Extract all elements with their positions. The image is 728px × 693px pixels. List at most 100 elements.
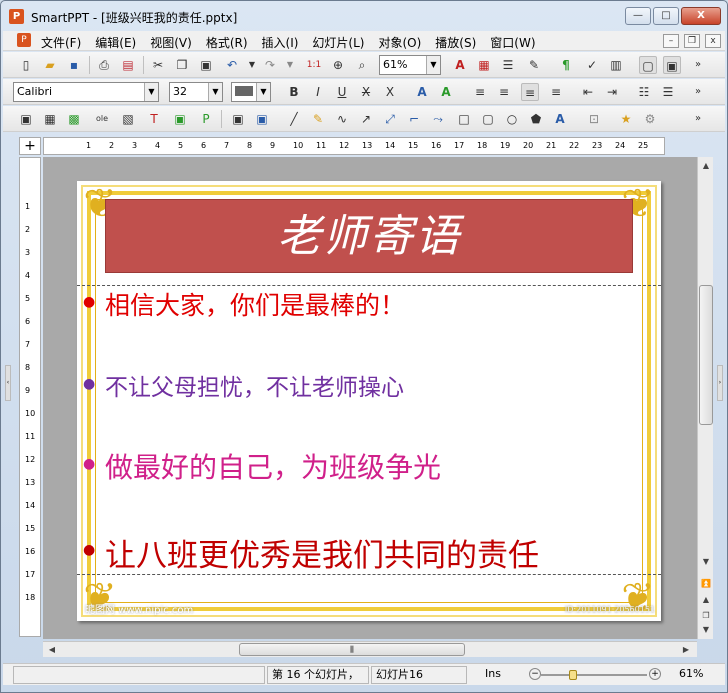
horizontal-ruler[interactable]: 1 2 3 4 5 6 7 8 9 10 11 12 13 14 15 16 17 18 19 20 21 22 23 24 2… [43, 137, 665, 155]
wordart-icon[interactable]: A [551, 110, 569, 128]
toolbar-overflow-icon[interactable]: » [689, 83, 707, 101]
menu-view[interactable]: 视图(V) [150, 34, 192, 51]
slide-canvas[interactable]: ❦ ❦ ❦ ❦ 老师寄语 ● 相信大家，你们是最棒的！ ● 不让父母担忧，不让老… [43, 157, 697, 639]
chart-icon[interactable]: ▥ [607, 56, 625, 74]
underline-icon[interactable]: U [333, 83, 351, 101]
curved-connector-icon[interactable]: ⤳ [429, 110, 447, 128]
connector-icon[interactable]: ⤢ [381, 110, 399, 128]
menu-play[interactable]: 播放(S) [435, 34, 476, 51]
align-left-icon[interactable]: ≡ [471, 83, 489, 101]
toolbar-overflow-icon[interactable]: » [689, 110, 707, 128]
clear-format-icon[interactable]: X [381, 83, 399, 101]
mdi-restore-button[interactable]: ❐ [684, 34, 700, 48]
document-icon[interactable]: P [17, 33, 31, 47]
zoom-track[interactable] [541, 674, 647, 676]
chevron-down-icon[interactable]: ▼ [256, 83, 270, 101]
justify-icon[interactable]: ≡ [547, 83, 565, 101]
chevron-down-icon[interactable]: ▼ [144, 83, 158, 101]
paste-icon[interactable]: ▣ [197, 56, 215, 74]
slide-list-icon[interactable]: ❐ [699, 609, 713, 623]
settings-icon[interactable]: ⚙ [641, 110, 659, 128]
italic-icon[interactable]: I [309, 83, 327, 101]
strikethrough-icon[interactable]: X [357, 83, 375, 101]
font-name-select[interactable]: Calibri ▼ [13, 82, 159, 102]
undo-icon[interactable]: ↶ [223, 56, 241, 74]
zoom-in-icon[interactable]: + [649, 668, 661, 680]
align-right-icon[interactable]: ≡ [521, 83, 539, 101]
maximize-button[interactable]: □ [653, 7, 679, 25]
shrink-font-icon[interactable]: A [437, 83, 455, 101]
grow-font-icon[interactable]: A [413, 83, 431, 101]
scroll-left-icon[interactable]: ◀ [45, 643, 59, 657]
menu-insert[interactable]: 插入(I) [262, 34, 299, 51]
text-frame-icon[interactable]: T [145, 110, 163, 128]
arrow-tool-icon[interactable]: ↗ [357, 110, 375, 128]
table-insert-icon[interactable]: ▦ [41, 110, 59, 128]
zoom-select[interactable]: 61% ▼ [379, 55, 441, 75]
undo-dropdown-icon[interactable]: ▼ [243, 56, 261, 74]
open-icon[interactable]: ▰ [41, 56, 59, 74]
print-icon[interactable]: ⎙ [95, 56, 113, 74]
left-pane-toggle[interactable]: ‹ [5, 365, 11, 401]
vertical-scroll-thumb[interactable] [699, 285, 713, 425]
mdi-minimize-button[interactable]: – [663, 34, 679, 48]
slide-title-box[interactable]: 老师寄语 [105, 199, 633, 273]
prev-slide-icon[interactable]: ▲ [699, 593, 713, 607]
list-icon[interactable]: ☰ [499, 56, 517, 74]
vertical-ruler[interactable]: 1 2 3 4 5 6 7 8 9 10 11 12 13 14 15 16 17 18 [19, 157, 41, 637]
bold-icon[interactable]: B [285, 83, 303, 101]
curve-tool-icon[interactable]: ∿ [333, 110, 351, 128]
zoom-knob[interactable] [569, 670, 577, 680]
increase-indent-icon[interactable]: ⇥ [603, 83, 621, 101]
redo-icon[interactable]: ↷ [261, 56, 279, 74]
right-pane-toggle[interactable]: › [717, 365, 723, 401]
spellcheck-icon[interactable]: ✓ [583, 56, 601, 74]
ole-object-icon[interactable]: ole [93, 110, 111, 128]
menu-object[interactable]: 对象(O) [378, 34, 421, 51]
frame-icon[interactable]: ▣ [17, 110, 35, 128]
chevron-down-icon[interactable]: ▼ [426, 56, 440, 74]
first-slide-icon[interactable]: ⏫ [699, 577, 713, 591]
vertical-scrollbar[interactable]: ▲ ▼ ⏫ ▲ ❐ ▼ [697, 157, 713, 639]
paragraph-mark-icon[interactable]: ¶ [557, 56, 575, 74]
menu-format[interactable]: 格式(R) [206, 34, 248, 51]
search-icon[interactable]: ⌕ [353, 56, 371, 74]
slide[interactable]: ❦ ❦ ❦ ❦ 老师寄语 ● 相信大家，你们是最棒的！ ● 不让父母担忧，不让老… [77, 181, 661, 621]
crop-icon[interactable]: ⊡ [585, 110, 603, 128]
rounded-rect-icon[interactable]: ▢ [479, 110, 497, 128]
chart-frame-icon[interactable]: ▣ [171, 110, 189, 128]
copy-icon[interactable]: ❐ [173, 56, 191, 74]
align-center-icon[interactable]: ≡ [495, 83, 513, 101]
scroll-up-icon[interactable]: ▲ [699, 159, 713, 173]
presentation-icon[interactable]: ▣ [663, 56, 681, 74]
ungroup-icon[interactable]: ▣ [253, 110, 271, 128]
toolbar-overflow-icon[interactable]: » [689, 56, 707, 74]
actual-size-icon[interactable]: 1:1 [305, 56, 323, 74]
save-icon[interactable]: ▪ [65, 56, 83, 74]
zoom-out-icon[interactable]: − [529, 668, 541, 680]
textart-icon[interactable]: ▧ [119, 110, 137, 128]
rectangle-tool-icon[interactable]: □ [455, 110, 473, 128]
horizontal-scrollbar[interactable]: ◀ ⫼ ▶ [43, 641, 697, 657]
pencil-tool-icon[interactable]: ✎ [309, 110, 327, 128]
fill-color-select[interactable]: ▼ [231, 82, 271, 102]
table-icon[interactable]: ▦ [475, 56, 493, 74]
bullet-list-icon[interactable]: ☰ [659, 83, 677, 101]
mdi-close-button[interactable]: x [705, 34, 721, 48]
format-painter-icon[interactable]: ✎ [525, 56, 543, 74]
pdf-icon[interactable]: ▤ [119, 56, 137, 74]
ellipse-tool-icon[interactable]: ○ [503, 110, 521, 128]
group-icon[interactable]: ▣ [229, 110, 247, 128]
next-slide-icon[interactable]: ▼ [699, 623, 713, 637]
scroll-down-icon[interactable]: ▼ [699, 555, 713, 569]
minimize-button[interactable]: — [625, 7, 651, 25]
line-tool-icon[interactable]: ╱ [285, 110, 303, 128]
decrease-indent-icon[interactable]: ⇤ [579, 83, 597, 101]
ruler-corner-icon[interactable]: + [19, 137, 41, 155]
redo-dropdown-icon[interactable]: ▼ [281, 56, 299, 74]
menu-slide[interactable]: 幻灯片(L) [312, 34, 364, 51]
slide-layout-icon[interactable]: ▢ [639, 56, 657, 74]
menu-window[interactable]: 窗口(W) [490, 34, 535, 51]
menu-edit[interactable]: 编辑(E) [95, 34, 136, 51]
shapes-icon[interactable]: ⬟ [527, 110, 545, 128]
